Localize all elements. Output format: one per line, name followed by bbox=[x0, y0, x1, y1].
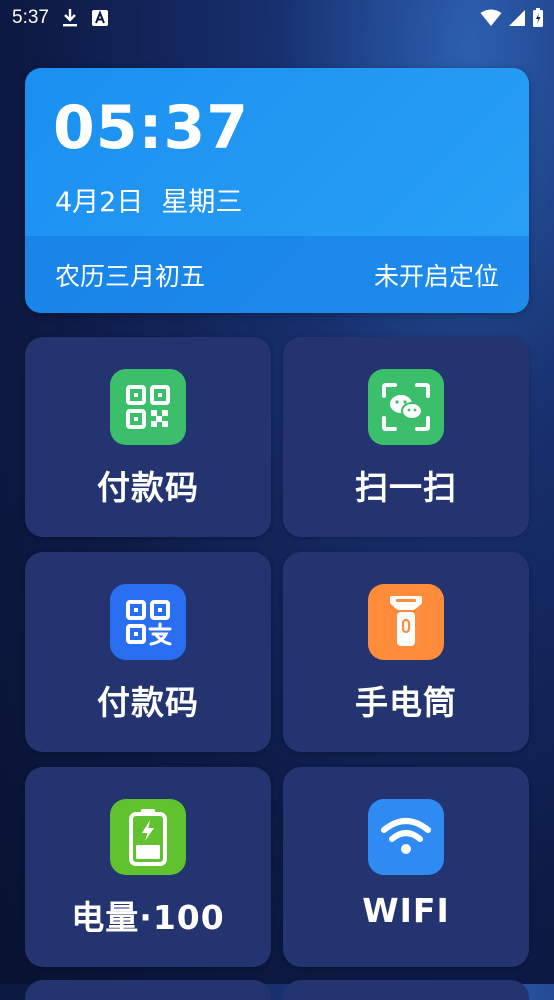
wechat-scan-icon bbox=[368, 369, 444, 445]
tile-alipay-pay-code[interactable]: 付款码 bbox=[25, 552, 271, 752]
flashlight-icon bbox=[368, 584, 444, 660]
wifi-icon bbox=[480, 9, 502, 27]
status-time: 5:37 bbox=[12, 7, 49, 28]
lunar-date: 农历三月初五 bbox=[55, 261, 206, 291]
next-tile-peek bbox=[283, 980, 529, 1000]
tile-label: WIFI bbox=[362, 891, 450, 930]
battery-charging-icon bbox=[110, 799, 186, 875]
download-icon bbox=[61, 8, 79, 28]
tile-label: 手电筒 bbox=[355, 683, 457, 722]
alipay-qr-code-icon bbox=[110, 584, 186, 660]
date-time-card[interactable]: 05:37 4月2日 星期三 农历三月初五 未开启定位 bbox=[25, 68, 529, 313]
date-line: 4月2日 星期三 bbox=[55, 180, 242, 219]
date-text: 4月2日 bbox=[55, 187, 144, 218]
wechat-qr-code-icon bbox=[110, 369, 186, 445]
next-tile-peek bbox=[25, 980, 271, 1000]
text-a-icon bbox=[91, 9, 109, 27]
tile-label: 电量·100 bbox=[71, 898, 225, 937]
status-bar-left: 5:37 bbox=[12, 7, 109, 29]
tile-flashlight[interactable]: 手电筒 bbox=[283, 552, 529, 752]
status-bar: 5:37 bbox=[0, 0, 554, 36]
tile-label: 付款码 bbox=[97, 468, 199, 507]
clock-time: 05:37 bbox=[53, 93, 249, 163]
weekday-text: 星期三 bbox=[161, 187, 243, 218]
tile-wechat-pay-code[interactable]: 付款码 bbox=[25, 337, 271, 537]
location-status[interactable]: 未开启定位 bbox=[374, 257, 499, 293]
tile-wechat-scan[interactable]: 扫一扫 bbox=[283, 337, 529, 537]
tile-battery[interactable]: 电量·100 bbox=[25, 767, 271, 967]
tile-wifi[interactable]: WIFI bbox=[283, 767, 529, 967]
status-bar-right bbox=[480, 8, 544, 28]
signal-icon bbox=[508, 9, 526, 27]
date-card-top: 05:37 4月2日 星期三 bbox=[25, 68, 529, 236]
tile-label: 扫一扫 bbox=[355, 468, 457, 507]
date-card-bottom: 农历三月初五 未开启定位 bbox=[25, 236, 529, 313]
tile-label: 付款码 bbox=[97, 683, 199, 722]
wifi-icon bbox=[368, 799, 444, 875]
battery-icon bbox=[532, 8, 544, 28]
